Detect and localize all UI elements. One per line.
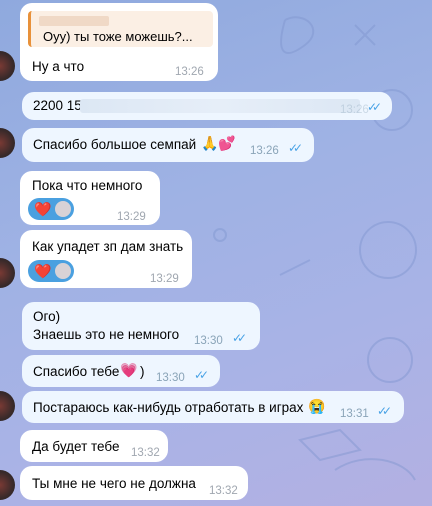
message-time: 13:26 <box>340 104 369 116</box>
message-text: Спасибо большое семпай <box>33 137 197 152</box>
reaction-badge[interactable]: ❤️ <box>28 260 74 282</box>
reactor-avatar <box>55 263 71 279</box>
read-checkmarks-icon: ✓✓ <box>232 331 247 345</box>
message-text-line2: Знаешь это не немного <box>33 327 180 342</box>
heart-reaction-icon: ❤️ <box>34 201 52 217</box>
message-time: 13:29 <box>150 273 179 285</box>
sender-avatar[interactable] <box>0 391 15 421</box>
message-text: Ты мне не чего не должна <box>32 476 196 491</box>
message-time: 13:31 <box>340 408 369 420</box>
message-time: 13:32 <box>209 485 238 497</box>
message-text: Ого) <box>33 309 61 324</box>
message-time: 13:29 <box>117 211 146 223</box>
message-text: Пока что немного <box>32 178 143 193</box>
pink-heart-emoji: 💗 <box>120 362 138 378</box>
message-time: 13:30 <box>194 335 223 347</box>
message-text: Ну а что <box>32 59 85 74</box>
message-time: 13:26 <box>250 145 279 157</box>
reaction-badge[interactable]: ❤️ <box>28 198 74 220</box>
read-checkmarks-icon: ✓✓ <box>288 141 303 155</box>
sender-avatar[interactable] <box>0 128 15 158</box>
reply-quote-text: Оуу) ты тоже можешь?... <box>43 29 193 44</box>
message-text: Да будет тебе <box>32 439 120 454</box>
reply-quote[interactable]: Оуу) ты тоже можешь?... <box>28 11 213 47</box>
reactor-avatar <box>55 201 71 217</box>
sender-avatar[interactable] <box>0 258 15 288</box>
message-text: Спасибо тебе <box>33 364 120 379</box>
reply-sender-redacted <box>39 16 109 26</box>
message-time: 13:32 <box>131 447 160 459</box>
message-text: 2200 15 <box>33 98 82 113</box>
message-text-after: ) <box>140 364 145 379</box>
read-checkmarks-icon: ✓✓ <box>194 368 209 382</box>
redacted-card-number <box>80 99 360 113</box>
read-checkmarks-icon: ✓✓ <box>377 404 392 418</box>
message-text: Постараюсь как-нибудь отработать в играх <box>33 400 304 415</box>
read-checkmarks-icon: ✓✓ <box>367 100 382 114</box>
heart-reaction-icon: ❤️ <box>34 263 52 279</box>
message-time: 13:26 <box>175 66 204 78</box>
sender-avatar[interactable] <box>0 470 15 500</box>
crying-face-emoji: 😭 <box>308 398 326 414</box>
message-text: Как упадет зп дам знать <box>32 239 184 254</box>
pray-heart-emoji: 🙏💕 <box>201 135 236 151</box>
sender-avatar[interactable] <box>0 51 15 81</box>
message-time: 13:30 <box>156 372 185 384</box>
